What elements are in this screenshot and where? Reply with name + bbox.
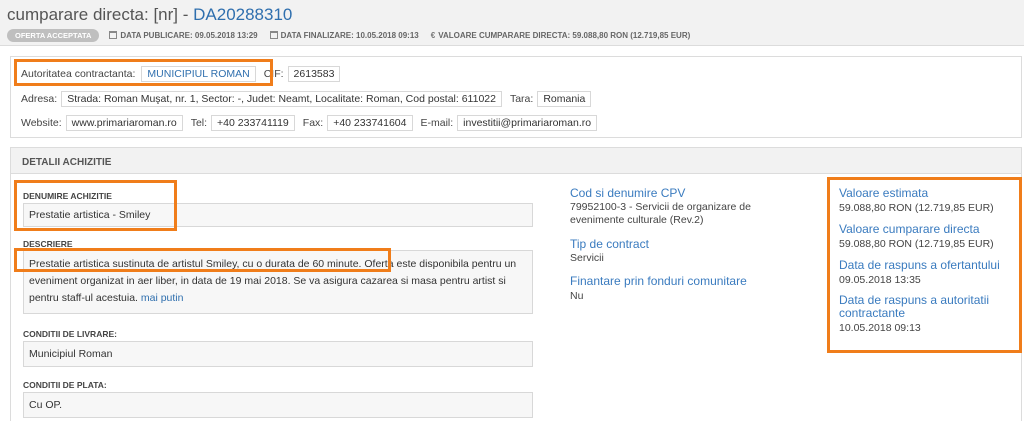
cif-value: 2613583: [287, 66, 341, 82]
show-less-link[interactable]: mai putin: [141, 292, 184, 304]
delivery-label: CONDITII DE LIVRARE:: [23, 329, 117, 339]
fax-value: +40 233741604: [327, 115, 413, 131]
contact-row: Website: www.primariaroman.ro Tel: +40 2…: [21, 115, 605, 131]
payment-field: Cu OP.: [23, 392, 533, 418]
email-value[interactable]: investitii@primariaroman.ro: [457, 115, 598, 131]
contract-type-value: Servicii: [570, 252, 604, 264]
country-label: Tara:: [509, 93, 534, 105]
title-prefix: cumparare directa: [nr] -: [7, 5, 194, 24]
completion-date: DATA FINALIZARE: 10.05.2018 09:13: [269, 31, 419, 40]
authority-label: Autoritatea contractanta:: [21, 68, 136, 80]
status-badge: OFERTA ACCEPTATA: [7, 28, 100, 42]
direct-purchase-value: € VALOARE CUMPARARE DIRECTA: 59.088,80 R…: [430, 30, 691, 40]
calendar-icon: [269, 31, 278, 39]
page-title: cumparare directa: [nr] - DA20288310: [7, 5, 292, 25]
payment-label: CONDITII DE PLATA:: [23, 380, 107, 390]
authority-name-link[interactable]: MUNICIPIUL ROMAN: [141, 66, 256, 82]
section-title: DETALII ACHIZITIE: [11, 148, 1021, 174]
authority-response-value: 10.05.2018 09:13: [839, 322, 921, 334]
phone-label: Tel:: [190, 117, 208, 129]
address-label: Adresa:: [21, 93, 58, 105]
email-label: E-mail:: [420, 117, 454, 129]
address-value: Strada: Roman Muşat, nr. 1, Sector: -, J…: [61, 91, 502, 107]
fax-label: Fax:: [302, 117, 324, 129]
description-text: Prestatie artistica sustinuta de artistu…: [29, 258, 517, 304]
page-header: cumparare directa: [nr] - DA20288310 OFE…: [0, 0, 1024, 46]
header-meta: OFERTA ACCEPTATA DATA PUBLICARE: 09.05.2…: [7, 28, 702, 42]
details-panel: DETALII ACHIZITIE DENUMIRE ACHIZITIE Pre…: [10, 147, 1022, 421]
cpv-label: Cod si denumire CPV: [570, 186, 686, 200]
cif-label: CIF:: [263, 68, 284, 80]
description-label: DESCRIERE: [23, 239, 73, 249]
estimated-value-label: Valoare estimata: [839, 186, 929, 200]
authority-row: Autoritatea contractanta: MUNICIPIUL ROM…: [21, 66, 348, 82]
purchase-value: 59.088,80 RON (12.719,85 EUR): [839, 238, 994, 250]
purchase-value-label: Valoare cumparare directa: [839, 222, 980, 236]
cpv-value: 79952100-3 - Servicii de organizare de e…: [570, 201, 751, 226]
offer-response-value: 09.05.2018 13:35: [839, 274, 921, 286]
eu-funding-label: Finantare prin fonduri comunitare: [570, 274, 747, 288]
authority-response-label: Data de raspuns a autoritatii contractan…: [839, 293, 990, 320]
phone-value: +40 233741119: [211, 115, 295, 131]
address-row: Adresa: Strada: Roman Muşat, nr. 1, Sect…: [21, 91, 599, 107]
offer-response-label: Data de raspuns a ofertantului: [839, 258, 1000, 272]
eu-funding-value: Nu: [570, 290, 584, 302]
delivery-field: Municipiul Roman: [23, 341, 533, 367]
calendar-icon: [109, 31, 118, 39]
description-field: Prestatie artistica sustinuta de artistu…: [23, 250, 533, 314]
country-value: Romania: [537, 91, 592, 107]
publication-date: DATA PUBLICARE: 09.05.2018 13:29: [109, 31, 258, 40]
authority-panel: Autoritatea contractanta: MUNICIPIUL ROM…: [10, 56, 1022, 138]
euro-icon: €: [430, 30, 436, 40]
name-field: Prestatie artistica - Smiley: [23, 203, 533, 227]
website-value[interactable]: www.primariaroman.ro: [65, 115, 183, 131]
procurement-code: DA20288310: [193, 5, 293, 24]
website-label: Website:: [21, 117, 62, 129]
contract-type-label: Tip de contract: [570, 237, 649, 251]
estimated-value: 59.088,80 RON (12.719,85 EUR): [839, 202, 994, 214]
name-label: DENUMIRE ACHIZITIE: [23, 191, 112, 201]
